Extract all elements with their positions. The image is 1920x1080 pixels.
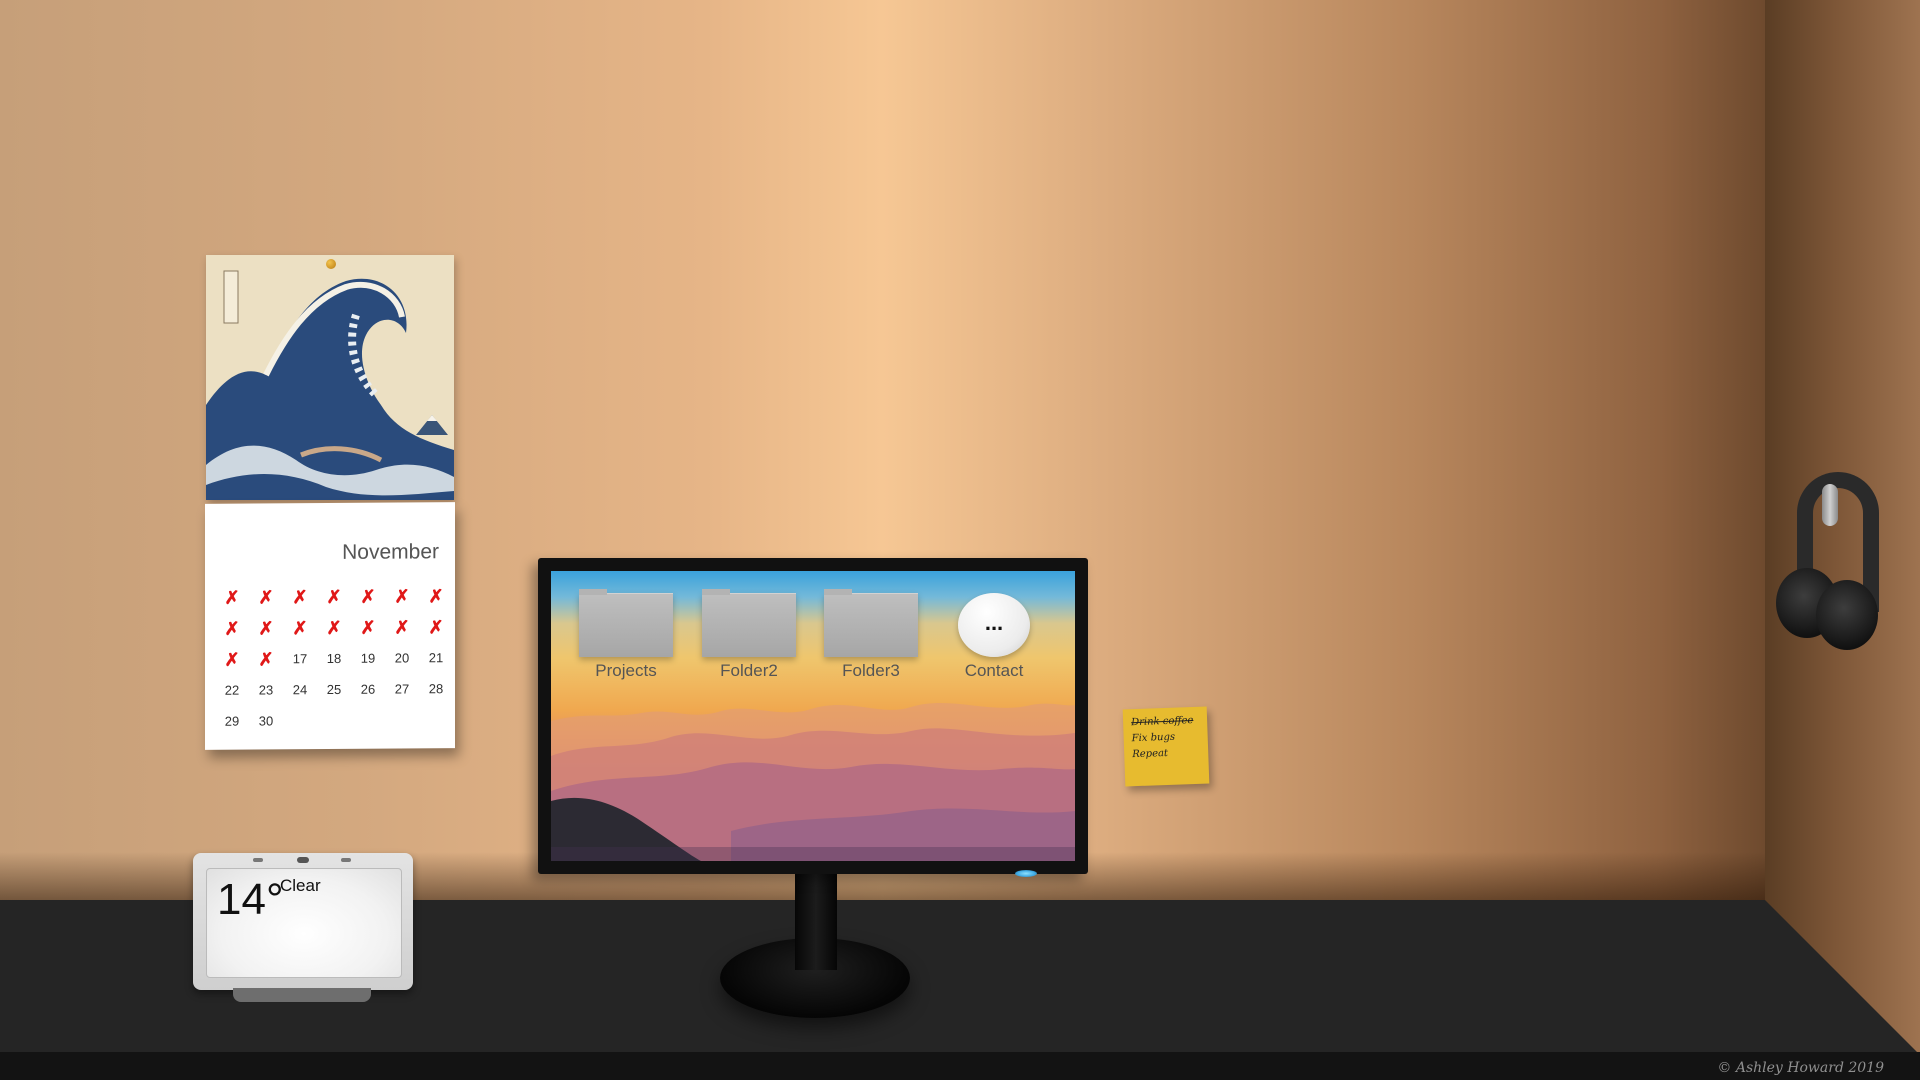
- calendar-day-crossed: ✗: [394, 617, 410, 638]
- taskbar: [551, 847, 1075, 861]
- calendar-day: 18: [326, 650, 342, 667]
- desktop-icon-label: Contact: [964, 661, 1024, 680]
- calendar-page: November ✗ ✗ ✗ ✗ ✗ ✗ ✗ ✗ ✗ ✗ ✗ ✗ ✗ ✗ ✗ ✗ 17 18 19 20 21 22 23 2…: [205, 502, 455, 750]
- calendar-day: 30: [258, 713, 274, 729]
- sticky-note: Drink coffee Fix bugs Repeat: [1122, 706, 1210, 787]
- calendar-day: 26: [360, 681, 376, 697]
- calendar-day-crossed: ✗: [292, 587, 308, 608]
- calendar-grid: ✗ ✗ ✗ ✗ ✗ ✗ ✗ ✗ ✗ ✗ ✗ ✗ ✗ ✗ ✗ ✗ 17 18 19 20 21 22 23 24 25 26 27 28…: [215, 584, 453, 741]
- smart-display-base: [233, 988, 371, 1002]
- monitor-screen: Projects Folder2 Folder3 ... Contact: [551, 571, 1075, 861]
- weather-condition: Clear: [280, 876, 321, 895]
- sticky-note-line: Drink coffee: [1130, 715, 1194, 729]
- folder-icon: [824, 589, 918, 657]
- calendar-month: November: [342, 540, 439, 564]
- calendar-day: 21: [428, 650, 444, 666]
- calendar-day-crossed: ✗: [360, 617, 376, 638]
- calendar-day-crossed: ✗: [258, 649, 274, 670]
- desktop-icon-folder2[interactable]: Folder2: [694, 589, 804, 681]
- great-wave-image: [206, 255, 454, 500]
- desktop-icon-label: Projects: [595, 661, 657, 680]
- calendar-day: 17: [292, 651, 308, 667]
- calendar-artwork: [206, 255, 454, 500]
- calendar-day-crossed: ✗: [360, 586, 376, 607]
- calendar-day-crossed: ✗: [428, 617, 444, 638]
- calendar-day: 24: [292, 682, 308, 698]
- monitor-stand-neck: [795, 874, 837, 970]
- monitor: Projects Folder2 Folder3 ... Contact: [538, 558, 1088, 874]
- power-led-icon: [1015, 870, 1037, 877]
- wall-hook-icon: [1822, 484, 1838, 526]
- copyright-text: © Ashley Howard 2019: [1717, 1060, 1884, 1076]
- calendar-day: 19: [360, 650, 376, 666]
- weather-temperature: 14°: [217, 875, 284, 924]
- calendar-day: 25: [326, 681, 342, 698]
- calendar-day: 28: [428, 681, 444, 697]
- floor-strip: © Ashley Howard 2019: [0, 1052, 1920, 1080]
- volume-button-icon: [253, 858, 263, 862]
- smart-display: 14° Clear: [193, 853, 413, 990]
- chat-bubble-icon: ...: [958, 593, 1030, 657]
- desktop-icon-label: Folder3: [842, 661, 900, 680]
- calendar-day-crossed: ✗: [224, 649, 240, 670]
- calendar-day-crossed: ✗: [326, 617, 342, 639]
- camera-icon: [297, 857, 309, 863]
- calendar-day: 22: [224, 682, 240, 698]
- desktop-icon-folder3[interactable]: Folder3: [816, 589, 926, 681]
- calendar-day-crossed: ✗: [258, 587, 274, 608]
- weather-widget[interactable]: 14° Clear: [206, 868, 402, 978]
- calendar-day-crossed: ✗: [224, 587, 240, 608]
- calendar-day-crossed: ✗: [258, 618, 274, 639]
- calendar-day: 23: [258, 682, 274, 698]
- desktop-icon-label: Folder2: [720, 661, 778, 680]
- calendar-day: 20: [394, 650, 410, 666]
- folder-icon: [702, 589, 796, 657]
- calendar-day-crossed: ✗: [394, 586, 410, 607]
- pushpin-icon: [326, 259, 336, 269]
- headphone-cup-right: [1816, 580, 1878, 650]
- calendar-day-crossed: ✗: [292, 618, 308, 639]
- desktop-icon-contact[interactable]: ... Contact: [939, 593, 1049, 681]
- calendar-day-crossed: ✗: [224, 618, 240, 639]
- sticky-note-line: Repeat: [1132, 747, 1169, 761]
- calendar-day: 29: [224, 713, 240, 729]
- calendar-day-crossed: ✗: [428, 586, 444, 607]
- volume-button-icon: [341, 858, 351, 862]
- folder-icon: [579, 589, 673, 657]
- calendar-day: 27: [394, 681, 410, 697]
- calendar-day-crossed: ✗: [326, 586, 342, 608]
- desktop-icon-projects[interactable]: Projects: [571, 589, 681, 681]
